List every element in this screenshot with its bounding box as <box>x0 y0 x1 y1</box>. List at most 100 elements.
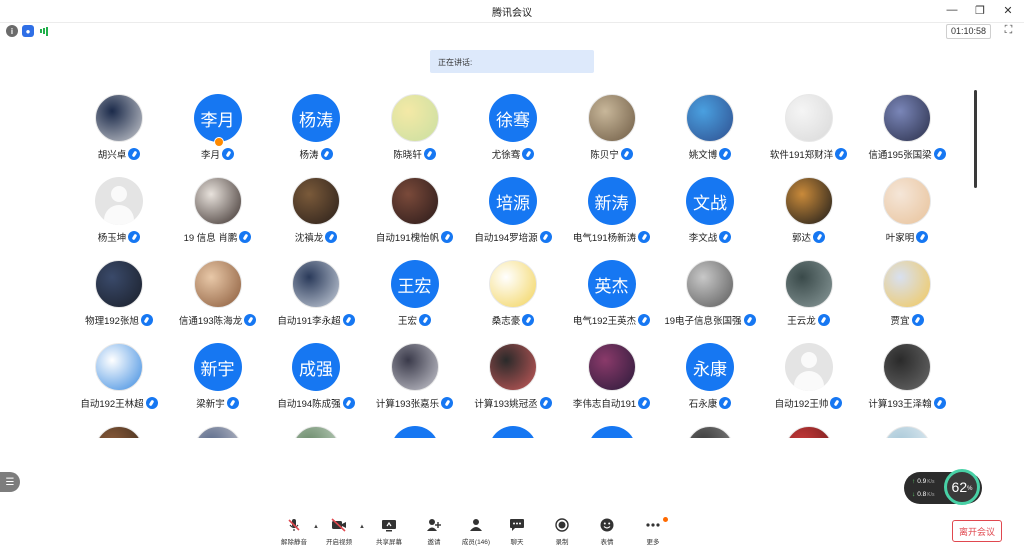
participant-tile[interactable] <box>366 420 464 438</box>
invite-button[interactable]: 邀请 <box>411 518 457 548</box>
participant-tile[interactable]: 计算193张嘉乐 <box>366 337 464 419</box>
participant-tile[interactable]: 郭达 <box>760 171 858 253</box>
participant-tile[interactable]: 计算193姚冠丞 <box>464 337 562 419</box>
participant-name: 杨玉坤 <box>97 232 127 244</box>
participant-name: 信通193陈海龙 <box>178 315 243 327</box>
participant-tile[interactable]: 19 信息 肖鹏 <box>169 171 267 253</box>
participant-tile[interactable]: 杨玉坤 <box>70 171 168 253</box>
more-dots-icon <box>645 518 661 532</box>
host-badge-icon <box>213 137 224 147</box>
participant-tile[interactable]: 19电子信息张国强 <box>661 254 759 336</box>
participant-tile[interactable]: 永康 石永康 <box>661 337 759 419</box>
participant-name: 自动192王林超 <box>80 398 144 410</box>
participant-tile[interactable]: 沈禛龙 <box>267 171 365 253</box>
participant-tile[interactable]: 桑志豪 <box>464 254 562 336</box>
participant-tile[interactable]: 姚文博 <box>661 88 759 170</box>
participant-name-row: 自动191李永超 <box>267 313 365 327</box>
video-options-chevron-icon[interactable]: ▲ <box>359 524 365 530</box>
avatar <box>489 426 537 438</box>
participant-name-row: 软件191郑财洋 <box>760 147 858 161</box>
participant-tile[interactable]: 贾宜 <box>858 254 956 336</box>
participant-tile[interactable] <box>563 420 661 438</box>
participant-name: 19 信息 肖鹏 <box>183 232 238 244</box>
avatar <box>686 426 734 438</box>
participant-name: 石永康 <box>688 398 718 410</box>
fullscreen-icon[interactable]: ⛶ <box>1002 24 1015 37</box>
participant-tile[interactable]: 叶家明 <box>858 171 956 253</box>
participant-name: 叶家明 <box>885 232 915 244</box>
participant-tile[interactable]: 文战 李文战 <box>661 171 759 253</box>
chat-button[interactable]: 聊天 <box>494 518 540 548</box>
participant-name-row: 姚文博 <box>661 147 759 161</box>
participant-tile[interactable]: 自动192王帅 <box>760 337 858 419</box>
avatar <box>784 260 833 308</box>
participant-tile[interactable]: 陈贝宁 <box>563 88 661 170</box>
participant-tile[interactable]: 自动191槐怡帆 <box>366 171 464 253</box>
participant-gallery[interactable]: 胡兴卓 李月 李月 杨涛 杨涛 陈晓轩 徐骞 尤徐骞 陈贝宁 姚文博 软件191郑财洋 信通195张国… <box>70 88 970 438</box>
participant-tile[interactable] <box>169 420 267 438</box>
participant-tile[interactable]: 王宏 王宏 <box>366 254 464 336</box>
participant-tile[interactable]: 成强 自动194陈成强 <box>267 337 365 419</box>
participant-name-row: 19 信息 肖鹏 <box>169 230 267 244</box>
restore-icon[interactable]: ❐ <box>972 3 988 17</box>
participant-tile[interactable]: 李伟志自动191 <box>563 337 661 419</box>
participant-name-row: 梁新宇 <box>169 396 267 410</box>
participant-tile[interactable]: 计算193王泽翰 <box>858 337 956 419</box>
participant-tile[interactable]: 自动192王林超 <box>70 337 168 419</box>
participant-name-row: 电气192王英杰 <box>563 313 661 327</box>
participant-tile[interactable]: 自动191李永超 <box>267 254 365 336</box>
avatar: 徐骞 <box>489 94 537 142</box>
avatar: 杨涛 <box>292 94 340 142</box>
participant-name: 自动194罗培源 <box>474 232 538 244</box>
participant-tile[interactable]: 李月 李月 <box>169 88 267 170</box>
participant-tile[interactable] <box>661 420 759 438</box>
download-arrow-icon: ↓ <box>912 491 916 498</box>
participant-name: 电气192王英杰 <box>572 315 637 327</box>
participant-name-row: 叶家明 <box>858 230 956 244</box>
participant-tile[interactable]: 信通195张国梁 <box>858 88 956 170</box>
start-video-button[interactable]: 开启视频 <box>316 518 362 548</box>
participant-tile[interactable] <box>760 420 858 438</box>
participant-tile[interactable] <box>464 420 562 438</box>
participant-tile[interactable] <box>267 420 365 438</box>
participant-tile[interactable] <box>70 420 168 438</box>
record-button[interactable]: 录制 <box>539 518 585 548</box>
emoji-button[interactable]: 表情 <box>584 518 630 548</box>
minimize-icon[interactable]: — <box>944 3 960 17</box>
participant-tile[interactable]: 徐骞 尤徐骞 <box>464 88 562 170</box>
gallery-scrollbar[interactable] <box>974 90 977 188</box>
participant-tile[interactable]: 胡兴卓 <box>70 88 168 170</box>
participant-tile[interactable]: 物理192张旭 <box>70 254 168 336</box>
signal-icon[interactable] <box>38 25 50 37</box>
close-icon[interactable]: ✕ <box>1000 3 1016 17</box>
participant-name: 自动191李永超 <box>277 315 341 327</box>
mic-status-icon <box>911 313 924 326</box>
avatar <box>883 94 931 142</box>
participant-tile[interactable]: 软件191郑财洋 <box>760 88 858 170</box>
participant-tile[interactable]: 王云龙 <box>760 254 858 336</box>
list-handle-icon[interactable]: ☰ <box>0 472 20 492</box>
members-button[interactable]: 成员(146) <box>453 518 499 548</box>
participant-tile[interactable]: 信通193陈海龙 <box>169 254 267 336</box>
participant-name-row: 自动192王林超 <box>70 396 168 410</box>
share-screen-button[interactable]: 共享屏幕 <box>366 518 412 548</box>
status-icons: i ● <box>6 25 50 37</box>
participant-name: 自动194陈成强 <box>277 398 341 410</box>
participant-tile[interactable]: 新涛 电气191杨新涛 <box>563 171 661 253</box>
participant-name: 李月 <box>200 149 220 161</box>
leave-meeting-button[interactable]: 离开会议 <box>952 520 1002 542</box>
more-button[interactable]: 更多 <box>630 518 676 548</box>
unmute-button[interactable]: 解除静音 <box>271 518 317 548</box>
participant-tile[interactable]: 英杰 电气192王英杰 <box>563 254 661 336</box>
participant-tile[interactable]: 培源自动194罗培源 <box>464 171 562 253</box>
participant-name-row: 贾宜 <box>858 313 956 327</box>
participant-tile[interactable] <box>858 420 956 438</box>
shield-icon[interactable]: ● <box>22 25 34 37</box>
participant-tile[interactable]: 陈晓轩 <box>366 88 464 170</box>
participant-name-row: 自动191槐怡帆 <box>366 230 464 244</box>
cpu-usage[interactable]: 62% <box>944 469 980 505</box>
info-icon[interactable]: i <box>6 25 18 37</box>
participant-tile[interactable]: 杨涛 杨涛 <box>267 88 365 170</box>
avatar-initials: 培源 <box>496 193 530 213</box>
participant-tile[interactable]: 新宇 梁新宇 <box>169 337 267 419</box>
